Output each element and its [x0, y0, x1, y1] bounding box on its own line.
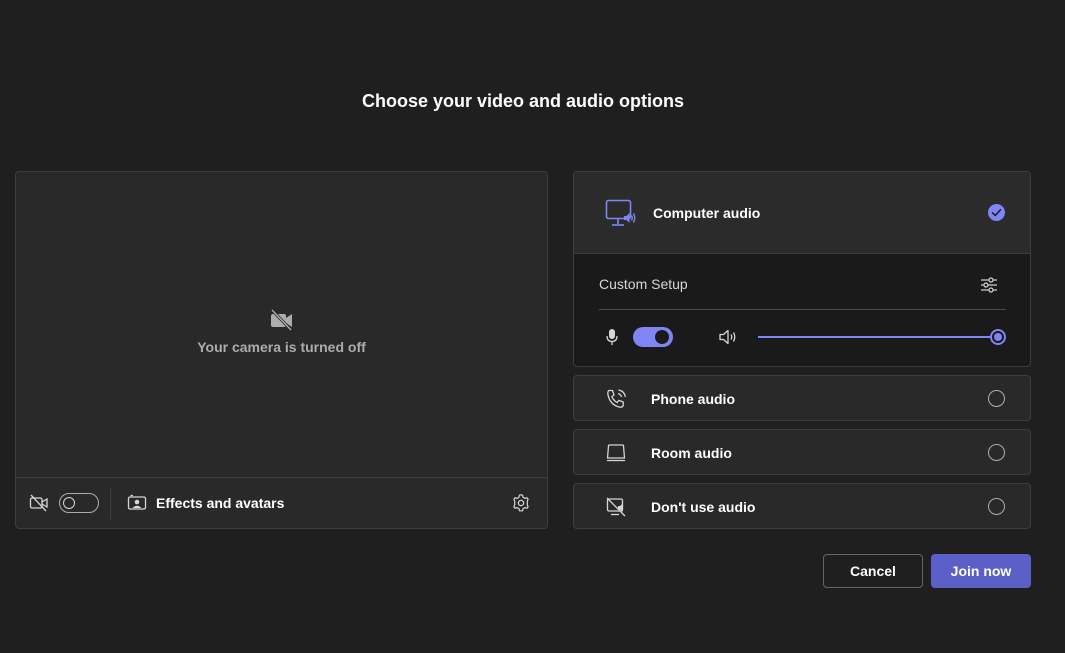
- effects-icon: [127, 494, 147, 510]
- computer-audio-icon: [605, 199, 636, 226]
- join-options-screen: Choose your video and audio options Your…: [0, 0, 1065, 653]
- audio-controls-row: [599, 324, 1009, 350]
- computer-audio-option[interactable]: Computer audio Custom Setup: [573, 171, 1031, 367]
- speaker-icon: [719, 329, 736, 345]
- microphone-toggle-knob: [655, 330, 669, 344]
- device-settings-gear-icon[interactable]: [511, 493, 531, 513]
- computer-audio-header[interactable]: Computer audio: [574, 172, 1030, 254]
- toolbar-divider: [110, 487, 111, 519]
- custom-setup-label: Custom Setup: [599, 276, 688, 292]
- cancel-button[interactable]: Cancel: [823, 554, 923, 588]
- room-audio-label: Room audio: [651, 445, 732, 461]
- page-title: Choose your video and audio options: [361, 91, 684, 111]
- microphone-toggle[interactable]: [633, 327, 673, 347]
- room-audio-icon: [606, 444, 626, 462]
- dont-use-audio-option[interactable]: Don't use audio: [573, 483, 1031, 529]
- camera-off-message: Your camera is turned off: [197, 339, 366, 355]
- camera-off-icon: [270, 309, 292, 331]
- camera-toggle-knob: [63, 497, 75, 509]
- volume-thumb[interactable]: [990, 329, 1006, 345]
- room-audio-option[interactable]: Room audio: [573, 429, 1031, 475]
- camera-toggle[interactable]: [59, 493, 99, 513]
- phone-audio-option[interactable]: Phone audio: [573, 375, 1031, 421]
- effects-label: Effects and avatars: [156, 495, 285, 511]
- room-audio-radio[interactable]: [988, 444, 1005, 461]
- dont-use-audio-radio[interactable]: [988, 498, 1005, 515]
- effects-and-avatars-button[interactable]: Effects and avatars: [127, 490, 284, 516]
- computer-audio-check-icon: [988, 204, 1005, 221]
- video-toolbar: Effects and avatars: [16, 477, 547, 528]
- phone-audio-label: Phone audio: [651, 391, 735, 407]
- video-preview-panel: Your camera is turned off Effects and av…: [15, 171, 548, 529]
- computer-audio-label: Computer audio: [653, 205, 761, 221]
- phone-audio-radio[interactable]: [988, 390, 1005, 407]
- no-audio-icon: [606, 497, 626, 517]
- speaker-volume-slider[interactable]: [758, 329, 1006, 345]
- microphone-icon: [606, 329, 618, 345]
- phone-audio-icon: [607, 389, 626, 408]
- video-preview-area: Your camera is turned off: [16, 172, 547, 478]
- camera-off-icon: [29, 494, 48, 512]
- sliders-settings-icon[interactable]: [979, 275, 999, 295]
- join-now-button[interactable]: Join now: [931, 554, 1031, 588]
- volume-fill: [758, 336, 998, 338]
- custom-setup-row[interactable]: Custom Setup: [599, 272, 1006, 310]
- dont-use-audio-label: Don't use audio: [651, 499, 756, 515]
